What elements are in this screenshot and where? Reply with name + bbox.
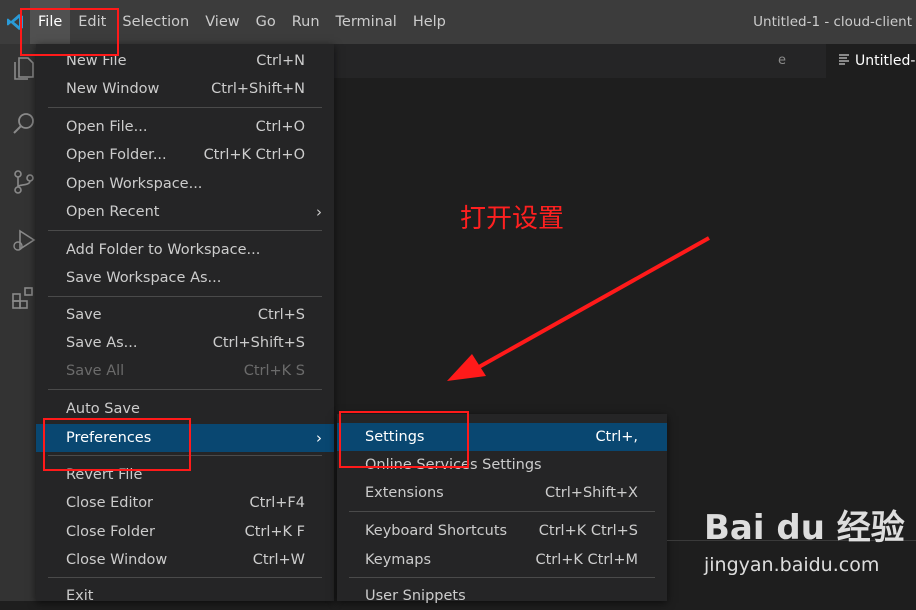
watermark-url: jingyan.baidu.com	[704, 554, 880, 576]
baidu-watermark: Bai du 经验 jingyan.baidu.com	[700, 498, 910, 598]
watermark-brand: Bai du 经验	[704, 508, 905, 548]
